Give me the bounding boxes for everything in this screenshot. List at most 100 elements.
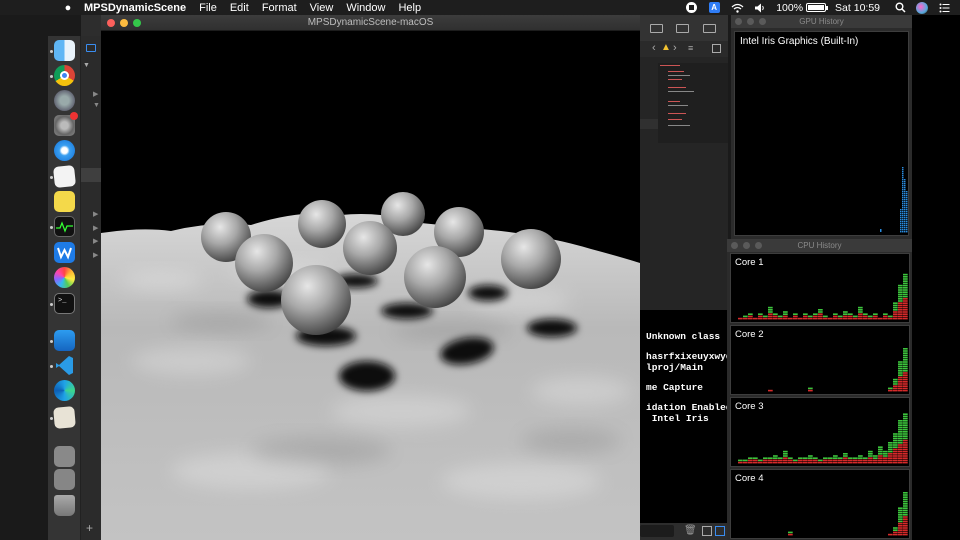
add-icon[interactable]: +: [86, 521, 93, 535]
activity-monitor-icon[interactable]: [54, 216, 75, 237]
edge-icon[interactable]: [54, 380, 75, 401]
rendered-3d-scene[interactable]: [101, 31, 640, 540]
gpu-bar-segment: [904, 187, 906, 189]
wps-office-icon[interactable]: [54, 242, 75, 263]
variables-view-icon[interactable]: [702, 526, 712, 536]
zoom-button[interactable]: [755, 242, 762, 249]
close-button[interactable]: [731, 242, 738, 249]
cpu-bar-segment: [813, 313, 818, 315]
cpu-history-window[interactable]: CPU History Core 1 Core 2 Core 3 Core 4: [727, 239, 912, 540]
related-items-icon[interactable]: ≡: [688, 43, 693, 53]
siri-icon[interactable]: [916, 1, 928, 14]
safari-icon[interactable]: [54, 140, 75, 161]
cpu-bar-segment: [843, 315, 848, 318]
back-icon[interactable]: ‹: [652, 42, 656, 54]
warning-icon[interactable]: ▲: [661, 42, 671, 53]
menu-edit[interactable]: Edit: [230, 2, 249, 14]
gpu-history-chart: [880, 167, 908, 233]
cpu-bar-segment: [818, 313, 823, 315]
split-editor-icon[interactable]: [712, 44, 721, 53]
menu-help[interactable]: Help: [398, 2, 421, 14]
cpu-bar-segment: [898, 385, 903, 387]
cpu-bar-segment: [903, 350, 908, 352]
trash-icon[interactable]: [54, 495, 75, 516]
disclosure-triangle-icon[interactable]: ▶: [93, 237, 98, 245]
gpu-bar-segment: [902, 209, 904, 211]
forward-icon[interactable]: ›: [673, 42, 677, 54]
cpu-bar-segment: [903, 273, 908, 276]
notification-center-icon[interactable]: [937, 2, 951, 13]
gpu-bar-segment: [904, 195, 906, 197]
app-menu[interactable]: MPSDynamicScene: [84, 2, 186, 14]
battery-percent[interactable]: 100%: [776, 2, 803, 14]
cpu-bar-segment: [888, 442, 893, 444]
disclosure-triangle-icon[interactable]: ▶: [93, 251, 98, 259]
volume-icon[interactable]: [753, 2, 767, 13]
window-title-bar[interactable]: MPSDynamicScene-macOS: [101, 15, 640, 31]
xcode-icon[interactable]: [54, 330, 75, 351]
close-button[interactable]: [735, 18, 742, 25]
minimize-button[interactable]: [743, 242, 750, 249]
running-indicator: [50, 226, 53, 229]
document-stack-icon[interactable]: [54, 469, 75, 490]
menu-window[interactable]: Window: [346, 2, 385, 14]
core-graph: Core 2: [730, 325, 910, 395]
stickies-icon[interactable]: [54, 191, 75, 212]
gpu-bar-segment: [904, 227, 906, 229]
clock[interactable]: Sat 10:59: [835, 2, 880, 14]
disclosure-triangle-icon[interactable]: ▼: [93, 102, 100, 109]
debug-area-toggle-icon[interactable]: [676, 24, 689, 33]
cpu-bar-segment: [883, 313, 888, 315]
cpu-bar-segment: [773, 313, 778, 315]
filter-field[interactable]: [640, 525, 674, 537]
gpu-history-window[interactable]: GPU History Intel Iris Graphics (Built-I…: [731, 15, 912, 239]
vscode-icon[interactable]: [54, 355, 75, 376]
launchpad-icon[interactable]: [54, 90, 75, 111]
folder-icon[interactable]: [86, 44, 96, 52]
apple-menu-icon[interactable]: ●: [60, 2, 76, 14]
disclosure-triangle-icon[interactable]: ▶: [93, 224, 98, 232]
cpu-bar-segment: [898, 450, 903, 453]
cpu-bar-segment: [898, 304, 903, 307]
selected-row[interactable]: [81, 168, 101, 182]
finder-icon[interactable]: [54, 40, 75, 61]
cpu-bar-segment: [843, 459, 848, 462]
preview-icon[interactable]: [53, 406, 76, 429]
spotlight-search-icon[interactable]: [893, 2, 907, 13]
menu-format[interactable]: Format: [262, 2, 297, 14]
navigator-toggle-icon[interactable]: [650, 24, 663, 33]
chrome-icon[interactable]: [54, 65, 75, 86]
wifi-icon[interactable]: [730, 2, 744, 13]
textedit-icon[interactable]: [52, 164, 77, 189]
cpu-bar-segment: [858, 455, 863, 457]
menu-file[interactable]: File: [199, 2, 217, 14]
inspector-toggle-icon[interactable]: [703, 24, 716, 33]
cpu-bar-segment: [773, 459, 778, 462]
downloads-stack-icon[interactable]: [54, 446, 75, 467]
trash-icon[interactable]: 🗑: [684, 525, 697, 536]
mps-dynamic-scene-window[interactable]: MPSDynamicScene-macOS: [101, 15, 640, 540]
disclosure-triangle-icon[interactable]: ▼: [83, 62, 90, 69]
gpu-bar-segment: [902, 181, 904, 183]
cpu-bar-segment: [893, 450, 898, 453]
screen-record-icon[interactable]: [684, 2, 698, 13]
disclosure-triangle-icon[interactable]: ▶: [93, 90, 98, 98]
menu-view[interactable]: View: [310, 2, 334, 14]
battery-icon[interactable]: [806, 3, 829, 12]
photos-icon[interactable]: [54, 267, 75, 288]
system-preferences-icon[interactable]: [54, 112, 78, 136]
terminal-icon[interactable]: >_: [54, 293, 75, 314]
cpu-bar-segment: [843, 311, 848, 313]
cpu-bar-segment: [848, 315, 853, 318]
console-view-icon[interactable]: [715, 526, 725, 536]
cpu-bar-segment: [898, 361, 903, 363]
debug-console[interactable]: Unknown class hasrfxixeuyxwydve lproj/Ma…: [640, 310, 743, 525]
cpu-bar-segment: [903, 453, 908, 455]
jump-bar: ‹ ▲ › ≡: [640, 41, 728, 57]
minimize-button[interactable]: [747, 18, 754, 25]
code-minimap[interactable]: [658, 63, 728, 143]
keyboard-input-icon[interactable]: A: [707, 2, 721, 13]
disclosure-triangle-icon[interactable]: ▶: [93, 210, 98, 218]
cpu-bar-segment: [883, 459, 888, 462]
zoom-button[interactable]: [759, 18, 766, 25]
